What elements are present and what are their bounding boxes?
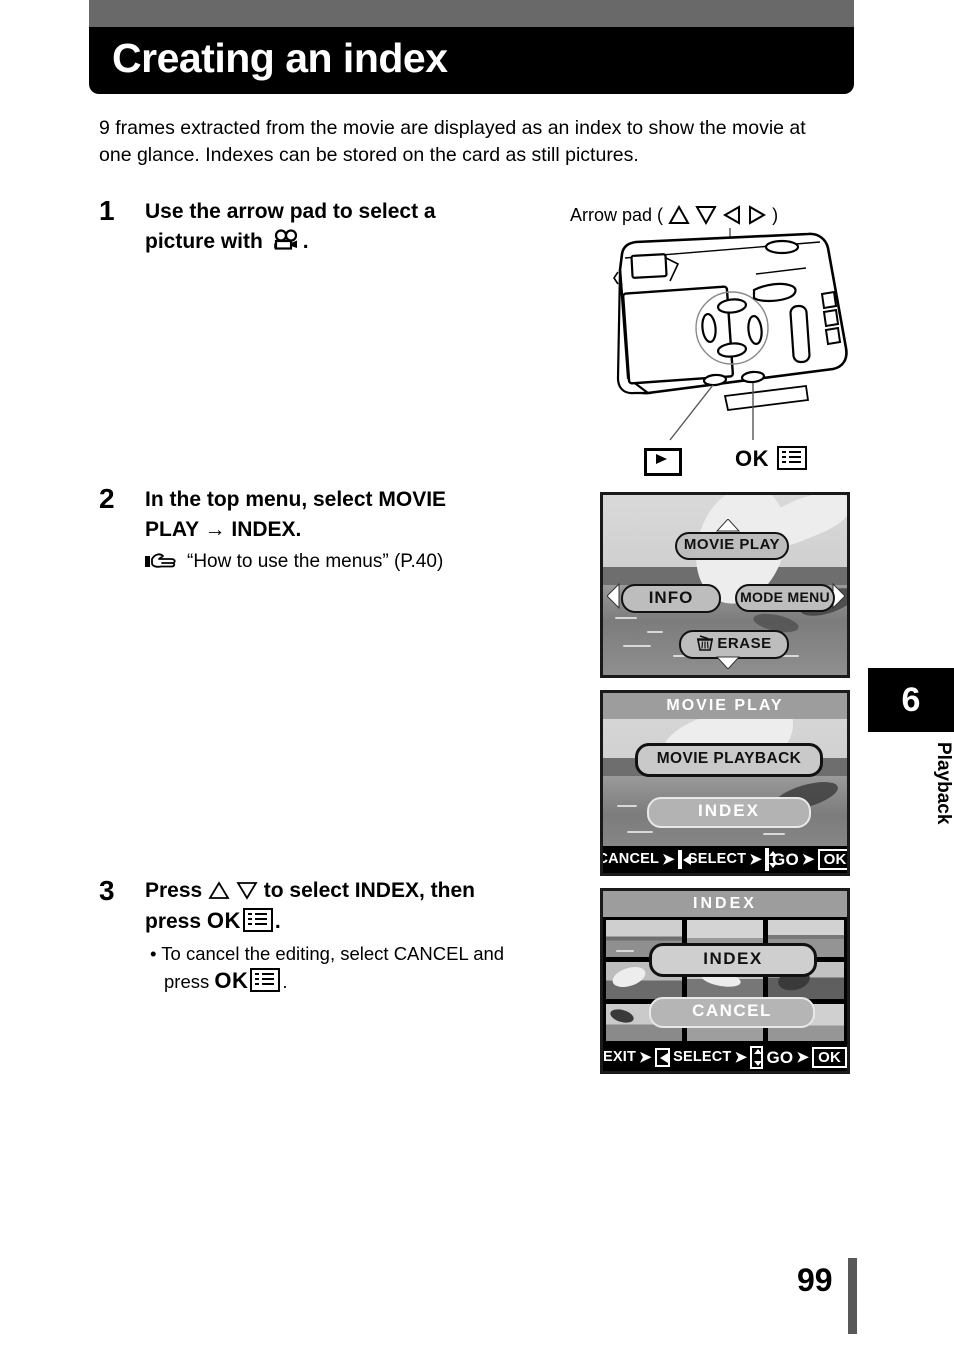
page-title-bar: Creating an index	[89, 27, 854, 94]
lcd-top-menu-screen: MOVIE PLAY INFO MODE MENU ERASE	[600, 492, 850, 678]
step-3-ok-text: OK	[206, 908, 241, 933]
menu-item-movie-playback[interactable]: MOVIE PLAYBACK	[635, 743, 823, 777]
pointing-hand-icon	[145, 551, 179, 579]
lcd-index-footer: EXIT ➤ SELECT ➤ GO ➤ OK	[603, 1044, 847, 1071]
step-1-heading-tail: .	[302, 230, 309, 253]
step-3-bullet-line2-pre: press	[164, 971, 210, 992]
arrow-glyph-3: ➤	[796, 1049, 810, 1066]
arrow-glyph-2: ➤	[734, 1049, 748, 1066]
trash-icon	[696, 635, 714, 658]
chapter-tab: 6	[868, 668, 954, 732]
top-menu-down-arrow-icon	[715, 656, 741, 674]
footer-go-label: GO	[766, 1048, 794, 1067]
camera-body-drawing	[613, 228, 848, 441]
step-3-bullet: • To cancel the editing, select CANCEL a…	[150, 940, 590, 995]
chapter-name: Playback	[933, 742, 954, 825]
menu-list-icon	[242, 908, 273, 932]
arrow-pad-caption-pre: Arrow pad (	[570, 205, 664, 225]
ok-button-label: OK	[735, 446, 809, 472]
step-3-number: 3	[99, 875, 115, 906]
ok-button-text: OK	[735, 446, 769, 471]
footer-ok-key[interactable]: OK	[812, 1047, 847, 1068]
step-3-heading-line2-pre: press	[145, 910, 202, 933]
play-button-label	[644, 448, 682, 478]
step-2-heading: In the top menu, select MOVIE PLAY → IND…	[145, 485, 575, 545]
lcd-movie-play-screen: MOVIE PLAY MOVIE PLAYBACK INDEX CANCEL ➤…	[600, 690, 850, 876]
step-3-bullet-line1: • To cancel the editing, select CANCEL a…	[150, 943, 505, 964]
triangle-down-icon	[695, 205, 722, 226]
camera-illustration: Arrow pad ( ) OK	[570, 200, 860, 490]
page-number: 99	[797, 1262, 833, 1298]
step-1-heading: Use the arrow pad to select a picture wi…	[145, 197, 565, 260]
step-3-bullet-ok-text: OK	[214, 968, 249, 993]
index-menu-item-index[interactable]: INDEX	[649, 943, 817, 977]
left-key-icon	[677, 850, 691, 869]
menu-item-index[interactable]: INDEX	[647, 797, 811, 828]
page-title: Creating an index	[112, 35, 448, 81]
lcd-movie-play-footer: CANCEL ➤ SELECT ➤ GO ➤ OK	[603, 846, 847, 873]
step-1-number: 1	[99, 195, 115, 226]
index-menu-item-cancel[interactable]: CANCEL	[649, 997, 815, 1028]
step-2-reference: “How to use the menus” (P.40)	[145, 548, 585, 579]
menu-item-info[interactable]: INFO	[621, 584, 721, 613]
step-3-heading-line2-tail: .	[274, 910, 281, 933]
arrow-glyph-1: ➤	[662, 851, 675, 868]
arrow-glyph-1: ➤	[639, 1049, 652, 1066]
triangle-left-icon	[722, 205, 747, 225]
menu-item-erase-label: ERASE	[717, 635, 772, 652]
arrow-pad-caption-post: )	[772, 205, 779, 225]
intro-paragraph: 9 frames extracted from the movie are di…	[99, 117, 806, 166]
movie-camera-icon	[273, 229, 299, 260]
step-3-heading: Press to select INDEX, then press OK.	[145, 876, 575, 937]
step-3-heading-pre: Press	[145, 879, 203, 902]
step-1-heading-line2: picture with	[145, 230, 263, 253]
menu-list-icon	[777, 446, 808, 470]
menu-item-movie-play[interactable]: MOVIE PLAY	[675, 532, 789, 560]
step-3-bullet-tail: .	[282, 971, 288, 992]
up-down-key-icon	[765, 848, 777, 871]
footer-exit-label: EXIT	[603, 1049, 637, 1065]
triangle-up-icon	[668, 204, 695, 225]
left-key-icon	[654, 1048, 671, 1067]
step-2-heading-line2: PLAY → INDEX.	[145, 518, 302, 541]
step-1-heading-line1: Use the arrow pad to select a	[145, 200, 436, 223]
lcd-index-title: INDEX	[603, 891, 847, 917]
menu-list-icon	[250, 968, 281, 992]
lcd-movie-play-title: MOVIE PLAY	[603, 693, 847, 719]
footer-select-label: SELECT	[687, 851, 747, 867]
arrow-pad-caption: Arrow pad ( )	[570, 204, 779, 226]
lcd-index-screen: INDEX INDEX CANCEL EXIT ➤ SELECT ➤ GO ➤ …	[600, 888, 850, 1074]
header-accent-bar	[89, 0, 854, 27]
menu-item-mode-menu[interactable]: MODE MENU	[735, 584, 835, 612]
footer-ok-key[interactable]: OK	[817, 849, 847, 870]
footer-select-label: SELECT	[673, 1049, 732, 1065]
triangle-up-icon	[208, 879, 236, 902]
step-3-heading-mid: to select INDEX, then	[263, 879, 475, 902]
up-down-key-icon	[750, 1046, 764, 1069]
footer-cancel-label: CANCEL	[600, 851, 660, 867]
triangle-down-icon	[236, 879, 264, 902]
page-number-rule	[848, 1258, 857, 1334]
play-button-icon	[644, 448, 682, 476]
arrow-glyph-2: ➤	[749, 851, 763, 868]
step-2-reference-text: “How to use the menus” (P.40)	[187, 551, 444, 572]
step-2-heading-line1: In the top menu, select MOVIE	[145, 488, 447, 511]
top-menu-left-arrow-icon	[606, 582, 620, 614]
step-2-number: 2	[99, 483, 115, 514]
chapter-number: 6	[901, 681, 921, 719]
triangle-right-icon	[747, 205, 772, 225]
arrow-glyph-3: ➤	[801, 851, 815, 868]
menu-item-erase[interactable]: ERASE	[679, 630, 789, 659]
